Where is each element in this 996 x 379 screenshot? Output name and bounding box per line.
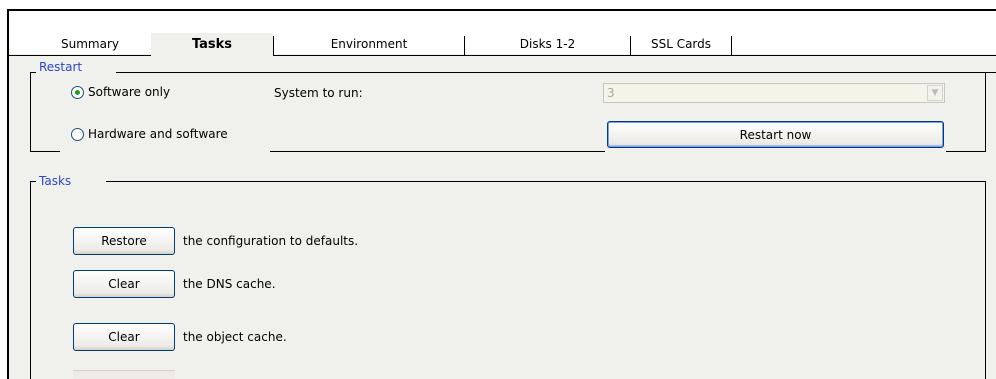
restore-defaults-button[interactable]: Restore bbox=[73, 227, 175, 255]
clear-dns-cache-button[interactable]: Clear bbox=[73, 270, 175, 298]
tasks-group-border bbox=[30, 181, 31, 379]
restart-group-border bbox=[30, 72, 31, 152]
restart-group-border bbox=[946, 151, 986, 152]
tab-disks[interactable]: Disks 1-2 bbox=[465, 33, 630, 56]
restore-defaults-description: the configuration to defaults. bbox=[183, 234, 359, 248]
system-to-run-value: 3 bbox=[607, 86, 615, 100]
radio-hardware-and-software[interactable]: Hardware and software bbox=[71, 127, 231, 141]
system-to-run-select[interactable]: 3 ▼ bbox=[603, 83, 945, 103]
system-to-run-label: System to run: bbox=[274, 86, 363, 100]
next-task-button-partial[interactable] bbox=[73, 370, 175, 379]
tasks-group-legend: Tasks bbox=[37, 174, 74, 188]
restart-group-border bbox=[30, 151, 60, 152]
tab-baseline bbox=[273, 55, 996, 56]
radio-software-only[interactable]: Software only bbox=[71, 85, 174, 99]
clear-object-cache-description: the object cache. bbox=[183, 330, 287, 344]
tasks-group-border bbox=[985, 181, 986, 379]
tasks-group-border bbox=[106, 181, 986, 182]
radio-software-only-label: Software only bbox=[88, 85, 171, 99]
restart-now-button[interactable]: Restart now bbox=[607, 121, 944, 148]
radio-checked-icon[interactable] bbox=[71, 85, 84, 99]
tab-separator bbox=[731, 36, 732, 55]
restart-group-border bbox=[985, 72, 986, 152]
tab-summary[interactable]: Summary bbox=[30, 33, 150, 56]
chevron-down-icon[interactable]: ▼ bbox=[927, 85, 943, 101]
tab-ssl-cards[interactable]: SSL Cards bbox=[631, 33, 731, 56]
restart-group-legend: Restart bbox=[37, 60, 85, 74]
restart-group-border bbox=[270, 151, 605, 152]
tab-tasks[interactable]: Tasks bbox=[151, 33, 273, 58]
radio-hardware-label: Hardware and software bbox=[88, 127, 228, 141]
restart-group-border bbox=[116, 72, 996, 73]
tab-environment[interactable]: Environment bbox=[274, 33, 464, 56]
radio-unchecked-icon[interactable] bbox=[71, 127, 84, 141]
clear-object-cache-button[interactable]: Clear bbox=[73, 323, 175, 351]
tab-baseline bbox=[9, 55, 151, 56]
clear-dns-cache-description: the DNS cache. bbox=[183, 277, 276, 291]
